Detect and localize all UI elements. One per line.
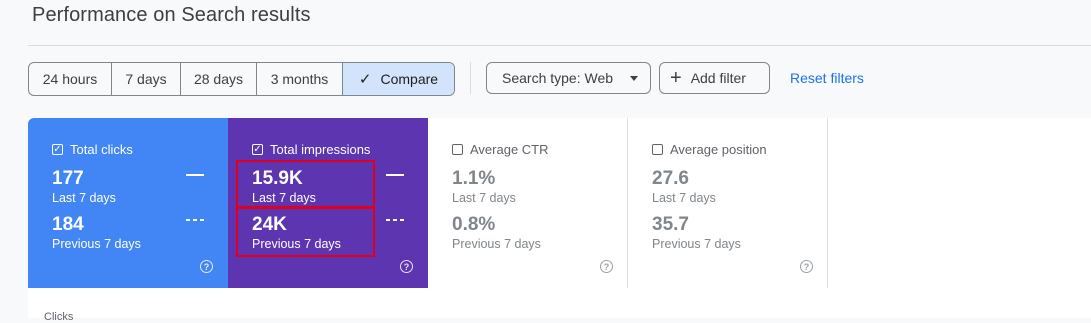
divider: [28, 45, 1091, 46]
metric-label: Total clicks: [70, 142, 133, 157]
range-3-months-button[interactable]: 3 months: [257, 63, 343, 95]
metric-period-current: Last 7 days: [452, 191, 516, 205]
metric-header: ✓ Total clicks: [52, 142, 133, 157]
add-filter-label: Add filter: [690, 70, 746, 86]
metric-period-previous: Previous 7 days: [652, 237, 741, 251]
caret-down-icon: [630, 76, 638, 81]
metric-value-previous: 24K: [252, 214, 287, 235]
chart-area: [28, 288, 1091, 318]
metric-value-previous: 35.7: [652, 214, 689, 235]
checkbox-checked-icon[interactable]: ✓: [52, 144, 63, 155]
plus-icon: +: [670, 67, 682, 89]
metric-card-total-clicks[interactable]: ✓ Total clicks 177 Last 7 days 184 Previ…: [28, 118, 228, 288]
metric-value-current: 177: [52, 168, 84, 189]
metric-cards: ✓ Total clicks 177 Last 7 days 184 Previ…: [28, 118, 1091, 288]
help-icon[interactable]: ?: [600, 260, 613, 273]
date-range-selector: 24 hours 7 days 28 days 3 months ✓ Compa…: [28, 62, 455, 96]
metric-header: Average CTR: [452, 142, 549, 157]
help-icon[interactable]: ?: [800, 260, 813, 273]
metric-period-current: Last 7 days: [652, 191, 716, 205]
page-title: Performance on Search results: [32, 4, 311, 26]
solid-line-legend-icon: [386, 174, 404, 176]
reset-filters-link[interactable]: Reset filters: [790, 70, 864, 86]
search-type-dropdown[interactable]: Search type: Web: [486, 62, 651, 94]
chart-axis-label: Clicks: [44, 311, 74, 323]
range-24-hours-button[interactable]: 24 hours: [29, 63, 112, 95]
dashed-line-legend-icon: [186, 219, 204, 221]
checkmark-icon: ✓: [358, 71, 372, 88]
metric-period-previous: Previous 7 days: [52, 237, 141, 251]
metric-header: Average position: [652, 142, 767, 157]
metric-label: Average position: [670, 142, 767, 157]
metric-label: Total impressions: [270, 142, 371, 157]
metric-card-average-position[interactable]: Average position 27.6 Last 7 days 35.7 P…: [628, 118, 828, 288]
metric-value-previous: 184: [52, 214, 84, 235]
range-7-days-button[interactable]: 7 days: [112, 63, 181, 95]
range-28-days-button[interactable]: 28 days: [181, 63, 257, 95]
checkbox-unchecked-icon[interactable]: [452, 144, 463, 155]
add-filter-button[interactable]: + Add filter: [659, 62, 770, 94]
search-type-label: Search type: Web: [502, 70, 614, 86]
toolbar-separator: [470, 62, 471, 94]
compare-button[interactable]: ✓ Compare: [343, 63, 454, 95]
metric-header: ✓ Total impressions: [252, 142, 370, 157]
metric-period-current: Last 7 days: [52, 191, 116, 205]
metric-label: Average CTR: [470, 142, 549, 157]
solid-line-legend-icon: [186, 174, 204, 176]
compare-label: Compare: [380, 71, 439, 87]
checkbox-checked-icon[interactable]: ✓: [252, 144, 263, 155]
metric-value-current: 1.1%: [452, 168, 496, 189]
metric-value-previous: 0.8%: [452, 214, 496, 235]
metric-value-current: 15.9K: [252, 168, 303, 189]
metric-period-current: Last 7 days: [252, 191, 316, 205]
checkbox-unchecked-icon[interactable]: [652, 144, 663, 155]
metric-card-total-impressions[interactable]: ✓ Total impressions 15.9K Last 7 days 24…: [228, 118, 428, 288]
help-icon[interactable]: ?: [400, 260, 413, 273]
metric-period-previous: Previous 7 days: [452, 237, 541, 251]
metric-period-previous: Previous 7 days: [252, 237, 341, 251]
help-icon[interactable]: ?: [200, 260, 213, 273]
metric-card-average-ctr[interactable]: Average CTR 1.1% Last 7 days 0.8% Previo…: [428, 118, 628, 288]
dashed-line-legend-icon: [386, 219, 404, 221]
metric-value-current: 27.6: [652, 168, 689, 189]
